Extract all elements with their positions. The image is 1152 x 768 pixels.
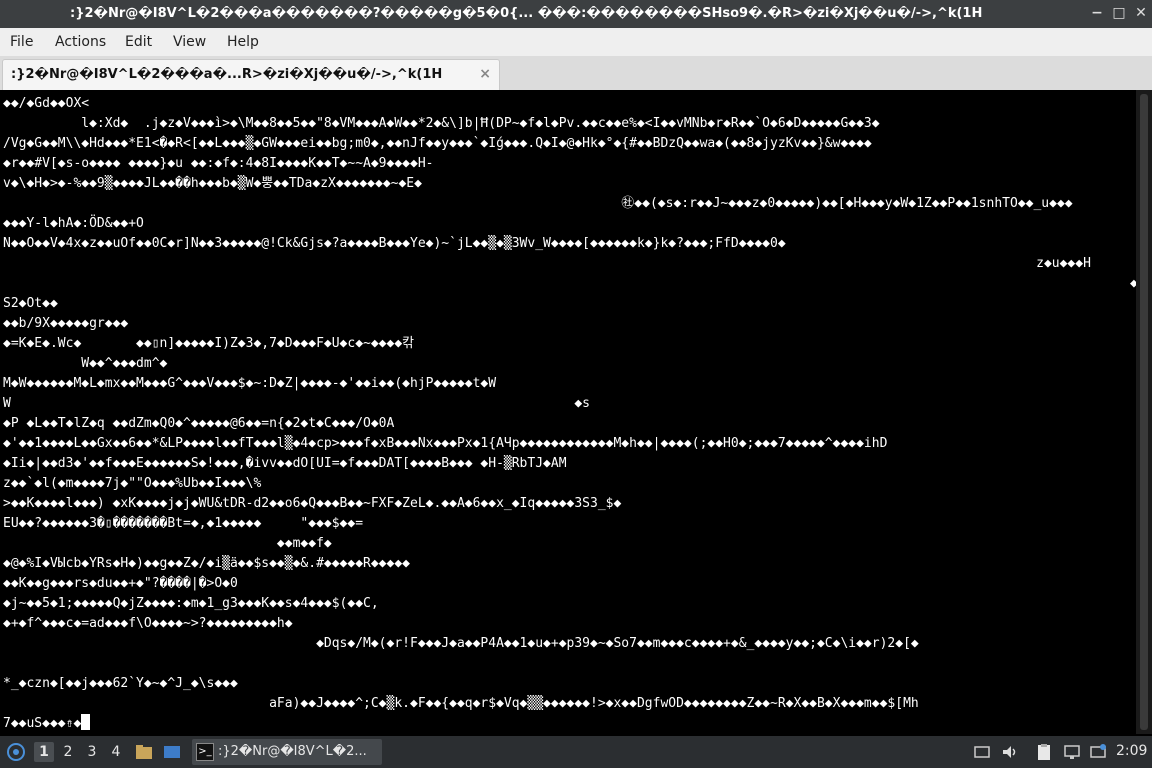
taskbar-terminal-item[interactable]: >_ :}2�Nr@�I8V^L�2... — [192, 739, 382, 765]
terminal-line: M◆W◆◆◆◆◆◆M◆L◆mx◆◆M◆◆◆G^◆◆◆V◆◆◆$◆~:D◆Z|◆◆… — [3, 376, 497, 391]
terminal-line: W ◆s — [3, 396, 590, 411]
menu-view[interactable]: View — [173, 34, 206, 50]
terminal-line: ◆'◆◆1◆◆◆◆L◆◆Gx◆◆6◆◆*&LP◆◆◆◆l◆◆fT◆◆◆l▒◆4◆… — [3, 436, 888, 451]
terminal-line: *_◆czn◆[◆◆j◆◆◆62`Y◆~◆^J_◆\s◆◆◆ — [3, 676, 238, 691]
window-title: :}2�Nr@�I8V^L�2���a�������?�����g�5�0{..… — [70, 6, 983, 21]
terminal-line: S2◆Ot◆◆ — [3, 296, 58, 311]
workspace-1[interactable]: 1 — [34, 742, 54, 762]
terminal-line: ◆P ◆L◆◆T◆lZ◆q ◆◆dZm◆Q0◆^◆◆◆◆◆@6◆◆=n{◆2◆t… — [3, 416, 395, 431]
terminal-line: /Vg◆G◆◆M\\◆Hd◆◆◆*E1<�◆R<[◆◆L◆◆◆▒◆GW◆◆◆ei… — [3, 136, 872, 151]
terminal-line: z◆u◆◆◆H — [3, 256, 1091, 271]
terminal-line: >◆◆K◆◆◆◆l◆◆◆) ◆xK◆◆◆◆j◆j◆WU&tDR-d2◆◆o6◆Q… — [3, 496, 622, 511]
terminal-line: ◆Ii◆|◆◆d3◆'◆◆f◆◆◆E◆◆◆◆◆◆S◆!◆◆◆,�ivv◆◆dO[… — [3, 456, 567, 471]
workspace-3[interactable]: 3 — [82, 742, 102, 762]
network-icon[interactable] — [1062, 742, 1082, 762]
terminal-line: ◆r◆◆#V[◆s-o◆◆◆◆ ◆◆◆◆}◆u ◆◆:◆f◆:4◆8I◆◆◆◆K… — [3, 156, 434, 171]
show-desktop-icon[interactable] — [162, 742, 182, 762]
scrollbar-thumb[interactable] — [1140, 94, 1148, 730]
clock[interactable]: 2:09 — [1116, 743, 1147, 759]
terminal-line: ◆◆/◆Gd◆◆OX< ◆ — [3, 96, 90, 111]
tab-bar: :}2�Nr@�I8V^L�2���a�...R>�zi�Xj��u�/->,^… — [0, 56, 1152, 91]
window-titlebar[interactable]: :}2�Nr@�I8V^L�2���a�������?�����g�5�0{..… — [0, 0, 1152, 28]
window-switcher-icon[interactable] — [972, 742, 992, 762]
terminal-line: aFa)◆◆J◆◆◆◆^;C◆▒k.◆F◆◆{◆◆q◆r$◆Vq◆▒▒◆◆◆◆◆… — [3, 696, 919, 711]
terminal-scrollbar[interactable] — [1136, 90, 1152, 734]
workspace-2[interactable]: 2 — [58, 742, 78, 762]
tab-label: :}2�Nr@�I8V^L�2���a�...R>�zi�Xj��u�/->,^… — [11, 67, 443, 82]
taskbar-item-label: :}2�Nr@�I8V^L�2... — [218, 744, 367, 759]
terminal-text: ◆◆/◆Gd◆◆OX< ◆ l◆:Xd◆ .j◆z◆V◆◆◆ì> — [0, 90, 1136, 734]
workspace-4[interactable]: 4 — [106, 742, 126, 762]
start-menu-icon[interactable] — [6, 742, 26, 762]
menu-help[interactable]: Help — [227, 34, 259, 50]
terminal-line: z◆◆`◆l(◆m◆◆◆◆7j◆""O◆◆◆%Ub◆◆I◆◆◆\% — [3, 476, 262, 491]
terminal-line: ◆+◆f^◆◆◆c◆=ad◆◆◆f\O◆◆◆◆~>?◆◆◆◆◆◆◆◆◆h◆ — [3, 616, 293, 631]
menu-actions[interactable]: Actions — [55, 34, 106, 50]
terminal-line: N◆◆O◆◆V◆4x◆z◆◆uOf◆◆0C◆r]N◆◆3◆◆◆◆◆@!Ck&Gj… — [3, 236, 786, 251]
clipboard-icon[interactable] — [1034, 742, 1054, 762]
terminal-line: EU◆◆?◆◆◆◆◆◆3�▯�������Bt=◆,◆1◆◆◆◆◆ "◆◆◆$◆… — [3, 516, 364, 531]
terminal-tab[interactable]: :}2�Nr@�I8V^L�2���a�...R>�zi�Xj��u�/->,^… — [2, 59, 500, 90]
notification-icon[interactable] — [1088, 742, 1108, 762]
terminal-output[interactable]: ◆◆/◆Gd◆◆OX< ◆ l◆:Xd◆ .j◆z◆V◆◆◆ì> — [0, 90, 1136, 734]
terminal-line: l◆:Xd◆ .j◆z◆V◆◆◆ì>◆\M◆◆8◆◆5◆◆"8◆VM◆◆◆A◆W… — [3, 116, 880, 131]
terminal-line: ◆=K◆E◆.Wc◆ ◆◆▯n]◆◆◆◆◆I)Z◆3◆,7◆D◆◆◆F◆U◆c◆… — [3, 336, 415, 351]
maximize-icon[interactable]: □ — [1110, 4, 1128, 22]
file-manager-icon[interactable] — [134, 742, 154, 762]
tab-close-icon[interactable]: × — [479, 66, 491, 82]
terminal-line: ◆Dqs◆/M◆(◆r!F◆◆◆J◆a◆◆P4A◆◆1◆u◆+◆p39◆~◆So… — [3, 636, 919, 651]
close-icon[interactable]: ✕ — [1132, 4, 1150, 22]
menu-file[interactable]: File — [10, 34, 33, 50]
terminal-line: v◆\◆H◆>◆-%◆◆9▒◆◆◆◆JL◆◆��h◆◆◆b◆▒W◆뿡◆◆TDa◆… — [3, 176, 422, 191]
terminal-line: ㊓◆◆(◆s◆:r◆◆J~◆◆◆z◆0◆◆◆◆◆)◆◆[◆H◆◆◆y◆W◆1Z◆… — [3, 196, 1073, 211]
menu-edit[interactable]: Edit — [125, 34, 152, 50]
terminal-line: ◆◆K◆◆g◆◆◆rs◆du◆◆+◆"?����|�>O◆0 — [3, 576, 238, 591]
minimize-icon[interactable]: − — [1088, 4, 1106, 22]
terminal-line: ◆tT◆◆◆C◆'◆ — [3, 276, 1136, 291]
terminal-line: ◆j~◆◆5◆1;◆◆◆◆◆Q◆jZ◆◆◆◆:◆m◆1_g3◆◆◆K◆◆s◆4◆… — [3, 596, 379, 611]
text-cursor — [81, 714, 91, 730]
taskbar: 1 2 3 4 >_ :}2�Nr@�I8V^L�2... 2:09 — [0, 736, 1152, 768]
volume-icon[interactable] — [1000, 742, 1020, 762]
terminal-line: ◆@◆%I◆VЫcb◆YRs◆H◆)◆◆g◆◆Z◆/◆i▒ä◆◆$s◆◆▒◆&.… — [3, 556, 410, 571]
terminal-line: ◆◆◆Y-l◆hA◆:ÖD&◆◆+O ◆ — [3, 216, 144, 231]
terminal-line: 7◆◆uS◆◆◆⇮◆ — [3, 716, 82, 731]
terminal-icon: >_ — [196, 743, 214, 761]
menu-bar: File Actions Edit View Help — [0, 28, 1152, 56]
terminal-line: W◆◆^◆◆◆dm^◆ — [3, 356, 168, 371]
terminal-line: ◆◆m◆◆f◆ — [3, 536, 332, 551]
terminal-line: ◆◆b/9X◆◆◆◆◆gr◆◆◆ — [3, 316, 129, 331]
